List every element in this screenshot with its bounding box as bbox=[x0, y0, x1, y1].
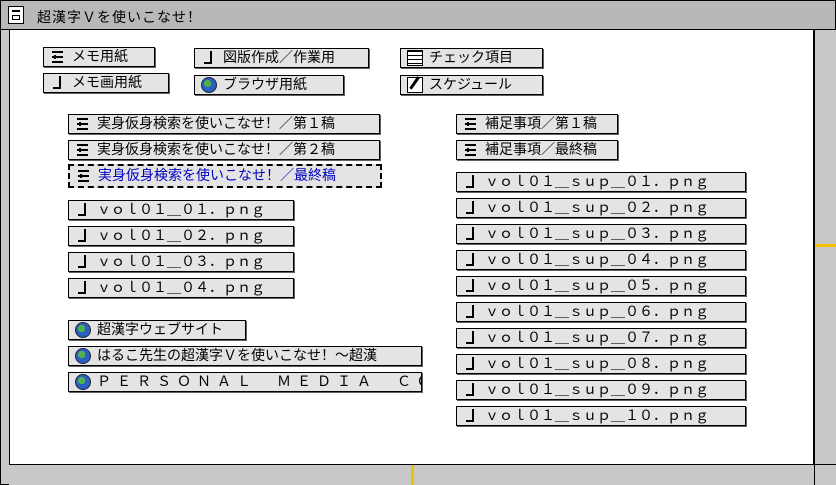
memo-drawing-paper-item[interactable]: メモ画用紙 bbox=[43, 73, 169, 93]
item-label: 実身仮身検索を使いこなせ！／第１稿 bbox=[97, 116, 335, 132]
png-file-item[interactable]: ｖｏｌ０１＿０３．ｐｎｇ bbox=[68, 252, 294, 272]
sup-png-item[interactable]: ｖｏｌ０１＿ｓｕｐ＿０１．ｐｎｇ bbox=[456, 172, 746, 192]
supplement-item-final[interactable]: 補足事項／最終稿 bbox=[456, 140, 618, 160]
checklist-item[interactable]: チェック項目 bbox=[400, 48, 543, 68]
figure-icon bbox=[463, 330, 479, 346]
figure-workspace-item[interactable]: 図版作成／作業用 bbox=[194, 48, 369, 68]
item-label: 実身仮身検索を使いこなせ！／最終稿 bbox=[98, 168, 336, 184]
browser-icon bbox=[201, 77, 217, 93]
figure-icon bbox=[463, 408, 479, 424]
item-label: ｖｏｌ０１＿０１．ｐｎｇ bbox=[97, 202, 265, 218]
item-label: 図版作成／作業用 bbox=[223, 50, 335, 66]
png-file-item[interactable]: ｖｏｌ０１＿０４．ｐｎｇ bbox=[68, 278, 294, 298]
item-label: ｖｏｌ０１＿ｓｕｐ＿０２．ｐｎｇ bbox=[485, 200, 709, 216]
item-label: ブラウザ用紙 bbox=[223, 77, 307, 93]
browser-paper-item[interactable]: ブラウザ用紙 bbox=[194, 75, 344, 95]
content-area[interactable]: メモ用紙 メモ画用紙 図版作成／作業用 ブラウザ用紙 チェック項目 スケジュール… bbox=[9, 30, 814, 465]
draft-item-2[interactable]: 実身仮身検索を使いこなせ！／第２稿 bbox=[68, 140, 380, 160]
sup-png-item[interactable]: ｖｏｌ０１＿ｓｕｐ＿０７．ｐｎｇ bbox=[456, 328, 746, 348]
figure-icon bbox=[463, 382, 479, 398]
item-label: ｖｏｌ０１＿ｓｕｐ＿０３．ｐｎｇ bbox=[485, 226, 709, 242]
figure-icon bbox=[463, 278, 479, 294]
sup-png-item[interactable]: ｖｏｌ０１＿ｓｕｐ＿０５．ｐｎｇ bbox=[456, 276, 746, 296]
schedule-item[interactable]: スケジュール bbox=[400, 75, 543, 95]
item-label: ｖｏｌ０１＿０４．ｐｎｇ bbox=[97, 280, 265, 296]
figure-icon bbox=[463, 356, 479, 372]
figure-icon bbox=[75, 202, 91, 218]
left-frame bbox=[1, 30, 9, 484]
note-icon bbox=[75, 116, 91, 132]
item-label: メモ用紙 bbox=[72, 49, 128, 65]
item-label: ｖｏｌ０１＿ｓｕｐ＿０８．ｐｎｇ bbox=[485, 356, 709, 372]
item-label: チェック項目 bbox=[429, 50, 513, 66]
note-icon bbox=[463, 116, 479, 132]
browser-icon bbox=[75, 322, 91, 338]
item-label: はるこ先生の超漢字Ｖを使いこなせ！～超漢 bbox=[97, 348, 377, 364]
web-link-item[interactable]: 超漢字ウェブサイト bbox=[68, 320, 246, 340]
sup-png-item[interactable]: ｖｏｌ０１＿ｓｕｐ＿０６．ｐｎｇ bbox=[456, 302, 746, 322]
note-icon bbox=[50, 49, 66, 65]
item-label: ＰＥＲＳＯＮＡＬ ＭＥＤＩＡ ＣＯＲＰ． bbox=[97, 374, 421, 390]
browser-icon bbox=[75, 348, 91, 364]
item-label: ｖｏｌ０１＿ｓｕｐ＿０９．ｐｎｇ bbox=[485, 382, 709, 398]
figure-icon bbox=[75, 280, 91, 296]
horizontal-scrollbar[interactable] bbox=[9, 464, 814, 485]
sup-png-item[interactable]: ｖｏｌ０１＿ｓｕｐ＿０４．ｐｎｇ bbox=[456, 250, 746, 270]
vertical-scroll-thumb[interactable] bbox=[815, 244, 836, 247]
item-label: 補足事項／第１稿 bbox=[485, 116, 597, 132]
sup-png-item[interactable]: ｖｏｌ０１＿ｓｕｐ＿１０．ｐｎｇ bbox=[456, 406, 746, 426]
resize-corner[interactable] bbox=[814, 464, 836, 485]
window: 超漢字Ｖを使いこなせ！ メモ用紙 メモ画用紙 図版作成／作業用 ブラウザ用紙 チ… bbox=[0, 0, 836, 485]
png-file-item[interactable]: ｖｏｌ０１＿０１．ｐｎｇ bbox=[68, 200, 294, 220]
note-icon bbox=[75, 142, 91, 158]
item-label: ｖｏｌ０１＿ｓｕｐ＿０５．ｐｎｇ bbox=[485, 278, 709, 294]
figure-icon bbox=[201, 50, 217, 66]
item-label: 補足事項／最終稿 bbox=[485, 142, 597, 158]
item-label: ｖｏｌ０１＿ｓｕｐ＿１０．ｐｎｇ bbox=[485, 408, 709, 424]
item-label: ｖｏｌ０１＿ｓｕｐ＿０７．ｐｎｇ bbox=[485, 330, 709, 346]
draft-item-final[interactable]: 実身仮身検索を使いこなせ！／最終稿 bbox=[68, 164, 382, 188]
sup-png-item[interactable]: ｖｏｌ０１＿ｓｕｐ＿０２．ｐｎｇ bbox=[456, 198, 746, 218]
figure-icon bbox=[463, 252, 479, 268]
browser-icon bbox=[75, 374, 91, 390]
window-menu-icon[interactable] bbox=[8, 6, 24, 24]
figure-icon bbox=[463, 174, 479, 190]
table-icon bbox=[407, 50, 423, 66]
web-link-item[interactable]: ＰＥＲＳＯＮＡＬ ＭＥＤＩＡ ＣＯＲＰ． bbox=[68, 372, 422, 392]
window-title: 超漢字Ｖを使いこなせ！ bbox=[37, 10, 202, 26]
figure-icon bbox=[463, 304, 479, 320]
figure-icon bbox=[463, 226, 479, 242]
png-file-item[interactable]: ｖｏｌ０１＿０２．ｐｎｇ bbox=[68, 226, 294, 246]
note-icon bbox=[76, 168, 92, 184]
note-icon bbox=[463, 142, 479, 158]
item-label: 超漢字ウェブサイト bbox=[97, 322, 223, 338]
sup-png-item[interactable]: ｖｏｌ０１＿ｓｕｐ＿０８．ｐｎｇ bbox=[456, 354, 746, 374]
sup-png-item[interactable]: ｖｏｌ０１＿ｓｕｐ＿０３．ｐｎｇ bbox=[456, 224, 746, 244]
web-link-item[interactable]: はるこ先生の超漢字Ｖを使いこなせ！～超漢 bbox=[68, 346, 422, 366]
schedule-icon bbox=[407, 77, 423, 93]
supplement-item-1[interactable]: 補足事項／第１稿 bbox=[456, 114, 618, 134]
figure-icon bbox=[75, 254, 91, 270]
figure-icon bbox=[50, 75, 66, 91]
item-label: ｖｏｌ０１＿０２．ｐｎｇ bbox=[97, 228, 265, 244]
item-label: ｖｏｌ０１＿ｓｕｐ＿０４．ｐｎｇ bbox=[485, 252, 709, 268]
item-label: ｖｏｌ０１＿ｓｕｐ＿０６．ｐｎｇ bbox=[485, 304, 709, 320]
figure-icon bbox=[463, 200, 479, 216]
item-label: 実身仮身検索を使いこなせ！／第２稿 bbox=[97, 142, 335, 158]
item-label: メモ画用紙 bbox=[72, 75, 142, 91]
memo-paper-item[interactable]: メモ用紙 bbox=[43, 47, 155, 67]
item-label: ｖｏｌ０１＿ｓｕｐ＿０１．ｐｎｇ bbox=[485, 174, 709, 190]
figure-icon bbox=[75, 228, 91, 244]
horizontal-scroll-thumb[interactable] bbox=[411, 465, 414, 485]
title-bar[interactable]: 超漢字Ｖを使いこなせ！ bbox=[1, 1, 835, 30]
item-label: スケジュール bbox=[429, 77, 513, 93]
vertical-scrollbar[interactable] bbox=[814, 30, 836, 464]
item-label: ｖｏｌ０１＿０３．ｐｎｇ bbox=[97, 254, 265, 270]
draft-item-1[interactable]: 実身仮身検索を使いこなせ！／第１稿 bbox=[68, 114, 380, 134]
sup-png-item[interactable]: ｖｏｌ０１＿ｓｕｐ＿０９．ｐｎｇ bbox=[456, 380, 746, 400]
